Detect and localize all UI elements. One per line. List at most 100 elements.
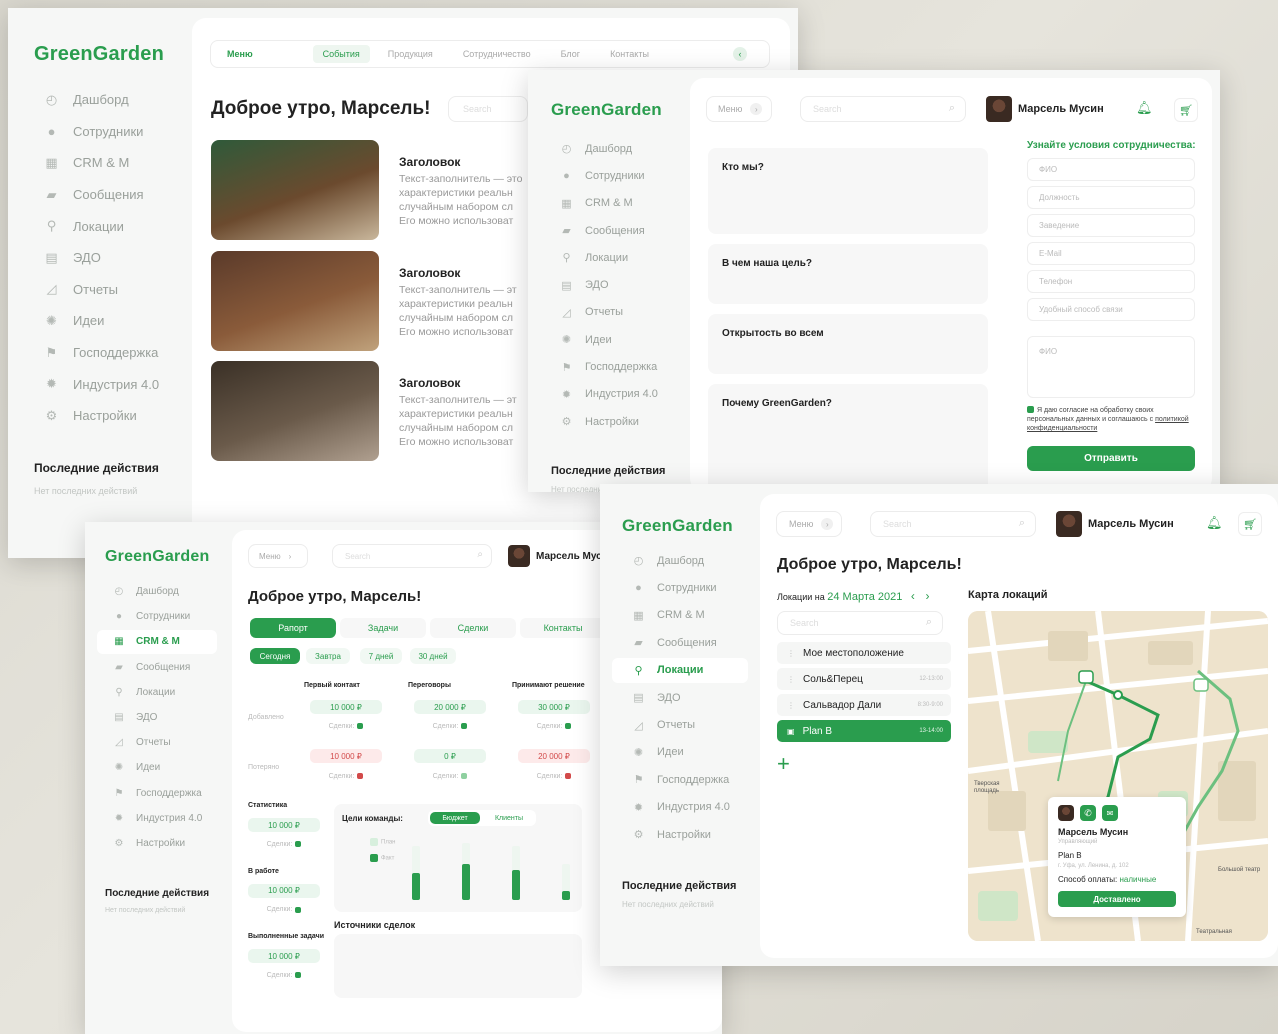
sidebar-item-6[interactable]: ◿ Отчеты <box>600 712 756 737</box>
form-field[interactable]: Должность <box>1027 186 1195 209</box>
sidebar-item-10[interactable]: ⚙ Настройки <box>8 401 188 431</box>
location-item[interactable]: ▣ Plan B 13-14:00 <box>777 720 951 742</box>
avatar[interactable] <box>1056 511 1082 537</box>
sidebar-item-2[interactable]: ▦ CRM & M <box>528 191 688 216</box>
article-image[interactable] <box>211 250 379 351</box>
form-field[interactable]: ФИО <box>1027 158 1195 181</box>
period-1[interactable]: Завтра <box>306 648 350 664</box>
sidebar-item-1[interactable]: ● Сотрудники <box>85 605 225 628</box>
form-field[interactable]: Телефон <box>1027 270 1195 293</box>
crm-tab-2[interactable]: Сделки <box>430 618 516 638</box>
delivered-button[interactable]: Доставлено <box>1058 891 1176 907</box>
message-textarea[interactable]: ФИО <box>1027 336 1195 398</box>
avatar[interactable] <box>986 96 1012 122</box>
cart-icon[interactable]: 🛒︎ <box>1174 98 1198 122</box>
sidebar-item-2[interactable]: ▦ CRM & M <box>97 630 217 654</box>
search-input[interactable]: Search <box>448 96 528 122</box>
crm-tab-3[interactable]: Контакты <box>520 618 606 638</box>
menu-button[interactable]: Меню › <box>248 544 308 568</box>
location-search-input[interactable]: Search ⌕ <box>777 611 943 635</box>
goal-tab-clients[interactable]: Клиенты <box>484 812 534 824</box>
message-icon[interactable]: ✉ <box>1102 805 1118 821</box>
period-0[interactable]: Сегодня <box>250 648 300 664</box>
period-3[interactable]: 30 дней <box>410 648 456 664</box>
sidebar-item-3[interactable]: ▰ Сообщения <box>600 630 756 655</box>
sidebar-item-9[interactable]: ✹ Индустрия 4.0 <box>85 807 225 830</box>
faq-item[interactable]: Почему GreenGarden? <box>708 384 988 492</box>
sidebar-item-5[interactable]: ▤ ЭДО <box>600 685 756 710</box>
sidebar-item-4[interactable]: ⚲ Локации <box>528 245 688 270</box>
user-name[interactable]: Марсель Мусин <box>1088 518 1174 530</box>
sidebar-item-9[interactable]: ✹ Индустрия 4.0 <box>8 369 188 399</box>
consent-checkbox[interactable] <box>1027 406 1034 413</box>
submit-button[interactable]: Отправить <box>1027 446 1195 471</box>
sidebar-item-5[interactable]: ▤ ЭДО <box>528 272 688 297</box>
sidebar-item-8[interactable]: ⚑ Господдержка <box>85 782 225 805</box>
sidebar-item-10[interactable]: ⚙ Настройки <box>528 409 688 434</box>
period-2[interactable]: 7 дней <box>360 648 402 664</box>
sidebar-item-8[interactable]: ⚑ Господдержка <box>8 338 188 368</box>
bell-icon[interactable]: 🔔︎ <box>1206 515 1223 531</box>
menu-button[interactable]: Меню › <box>706 96 772 122</box>
sidebar-item-3[interactable]: ▰ Сообщения <box>528 218 688 243</box>
locations-date[interactable]: 24 Марта 2021 <box>827 591 902 603</box>
sidebar-item-6[interactable]: ◿ Отчеты <box>85 731 225 754</box>
location-item[interactable]: ⋮ Мое местоположение <box>777 642 951 664</box>
sidebar-item-9[interactable]: ✹ Индустрия 4.0 <box>528 382 688 407</box>
cart-icon[interactable]: 🛒︎ <box>1238 512 1262 536</box>
sidebar-item-1[interactable]: ● Сотрудники <box>600 575 756 600</box>
sidebar-item-7[interactable]: ✺ Идеи <box>85 756 225 779</box>
locations-map[interactable]: Тверская площадь Большой театр Театральн… <box>968 611 1268 941</box>
sidebar-item-4[interactable]: ⚲ Локации <box>612 657 748 683</box>
sidebar-item-9[interactable]: ✹ Индустрия 4.0 <box>600 795 756 820</box>
sidebar-item-8[interactable]: ⚑ Господдержка <box>528 354 688 379</box>
sidebar-item-3[interactable]: ▰ Сообщения <box>85 656 225 679</box>
tab-menu[interactable]: Меню <box>227 49 253 59</box>
sidebar-item-2[interactable]: ▦ CRM & M <box>600 603 756 628</box>
sidebar-item-10[interactable]: ⚙ Настройки <box>85 832 225 855</box>
article-title[interactable]: Заголовок <box>399 376 460 390</box>
chevron-left-icon[interactable]: ‹ <box>911 589 915 603</box>
article-image[interactable] <box>211 361 379 461</box>
avatar[interactable] <box>508 545 530 567</box>
sidebar-item-0[interactable]: ◴ Дашборд <box>600 548 756 573</box>
faq-item[interactable]: В чем наша цель? <box>708 244 988 304</box>
article-title[interactable]: Заголовок <box>399 155 460 169</box>
sidebar-item-0[interactable]: ◴ Дашборд <box>85 580 225 603</box>
sidebar-item-10[interactable]: ⚙ Настройки <box>600 822 756 847</box>
sidebar-item-8[interactable]: ⚑ Господдержка <box>600 767 756 792</box>
crm-tab-0[interactable]: Рапорт <box>250 618 336 638</box>
sidebar-item-7[interactable]: ✺ Идеи <box>528 327 688 352</box>
menu-button[interactable]: Меню › <box>776 511 842 537</box>
faq-item[interactable]: Открытость во всем <box>708 314 988 374</box>
article-image[interactable] <box>211 140 379 240</box>
article-title[interactable]: Заголовок <box>399 266 460 280</box>
sidebar-item-5[interactable]: ▤ ЭДО <box>8 243 188 273</box>
location-item[interactable]: ⋮ Сальвадор Дали 8:30-9:00 <box>777 694 951 716</box>
form-field[interactable]: E-Mail <box>1027 242 1195 265</box>
search-input[interactable]: Search ⌕ <box>332 544 492 568</box>
sidebar-item-2[interactable]: ▦ CRM & M <box>8 148 188 178</box>
location-item[interactable]: ⋮ Соль&Перец 12-13:00 <box>777 668 951 690</box>
bell-icon[interactable]: 🔔︎ <box>1136 100 1153 116</box>
phone-icon[interactable]: ✆ <box>1080 805 1096 821</box>
sidebar-item-4[interactable]: ⚲ Локации <box>85 681 225 704</box>
chevron-left-icon[interactable]: ‹ <box>733 47 747 61</box>
sidebar-item-3[interactable]: ▰ Сообщения <box>8 180 188 210</box>
sidebar-item-5[interactable]: ▤ ЭДО <box>85 706 225 729</box>
tab-contacts[interactable]: Контакты <box>610 49 649 59</box>
sidebar-item-7[interactable]: ✺ Идеи <box>8 306 188 336</box>
tab-events[interactable]: События <box>312 45 370 63</box>
goal-tab-budget[interactable]: Бюджет <box>430 812 480 824</box>
chevron-right-icon[interactable]: › <box>925 589 929 603</box>
sidebar-item-7[interactable]: ✺ Идеи <box>600 740 756 765</box>
tab-blog[interactable]: Блог <box>561 49 580 59</box>
crm-tab-1[interactable]: Задачи <box>340 618 426 638</box>
form-field[interactable]: Удобный способ связи <box>1027 298 1195 321</box>
tab-cooperation[interactable]: Сотрудничество <box>463 49 531 59</box>
faq-item[interactable]: Кто мы? <box>708 148 988 234</box>
sidebar-item-6[interactable]: ◿ Отчеты <box>528 300 688 325</box>
user-name[interactable]: Марсель Мусин <box>1018 103 1104 115</box>
sidebar-item-0[interactable]: ◴ Дашборд <box>8 85 188 115</box>
tab-products[interactable]: Продукция <box>388 49 433 59</box>
